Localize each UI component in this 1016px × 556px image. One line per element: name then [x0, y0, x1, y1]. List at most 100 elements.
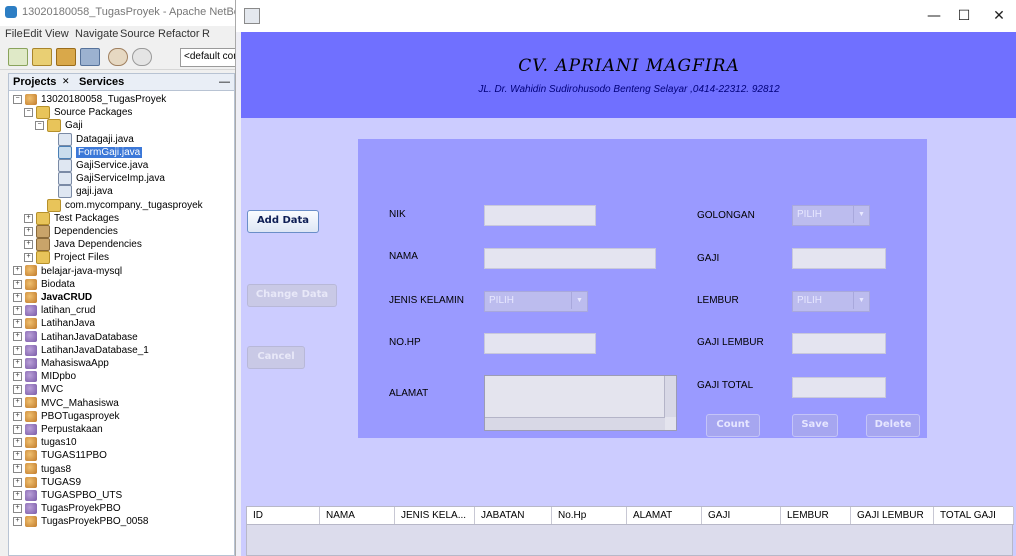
- menu-source[interactable]: Source: [120, 28, 155, 40]
- collapse-icon[interactable]: −: [35, 121, 44, 131]
- expand-icon[interactable]: +: [13, 451, 22, 461]
- maximize-button[interactable]: ☐: [949, 6, 979, 26]
- add-data-button[interactable]: Add Data: [247, 210, 319, 233]
- menu-refactor[interactable]: Refactor: [158, 28, 200, 40]
- table-header-cell[interactable]: LEMBUR: [781, 507, 851, 524]
- tree-item[interactable]: Datagaji.java: [46, 132, 134, 146]
- tree-item[interactable]: + TUGAS9: [13, 476, 81, 489]
- new-file-icon[interactable]: [8, 48, 28, 66]
- tree-item[interactable]: + TugasProyekPBO: [13, 502, 121, 515]
- tree-item[interactable]: com.mycompany._tugasproyek: [35, 198, 203, 212]
- expand-icon[interactable]: +: [13, 319, 22, 329]
- expand-icon[interactable]: +: [24, 213, 33, 223]
- expand-icon[interactable]: +: [13, 504, 22, 514]
- minimize-button[interactable]: —: [919, 6, 949, 26]
- jenis-kelamin-combo[interactable]: PILIH ▼: [484, 291, 588, 312]
- golongan-combo[interactable]: PILIH ▼: [792, 205, 870, 226]
- tree-item[interactable]: + LatihanJavaDatabase: [13, 331, 138, 344]
- expand-icon[interactable]: +: [13, 266, 22, 276]
- menu-run[interactable]: R: [202, 28, 210, 40]
- collapse-icon[interactable]: −: [24, 108, 33, 118]
- tree-item[interactable]: + TUGASPBO_UTS: [13, 489, 122, 502]
- count-button[interactable]: Count: [706, 414, 760, 437]
- tree-item[interactable]: + Project Files: [24, 251, 109, 265]
- lembur-combo[interactable]: PILIH ▼: [792, 291, 870, 312]
- expand-icon[interactable]: +: [13, 398, 22, 408]
- expand-icon[interactable]: +: [13, 490, 22, 500]
- tree-item[interactable]: GajiServiceImp.java: [46, 172, 165, 186]
- menu-file[interactable]: File: [5, 28, 23, 40]
- nohp-field[interactable]: [484, 333, 596, 354]
- redo-icon[interactable]: [132, 48, 152, 66]
- nama-field[interactable]: [484, 248, 656, 269]
- table-header-cell[interactable]: ALAMAT: [627, 507, 702, 524]
- menu-edit[interactable]: Edit: [23, 28, 42, 40]
- table-header-cell[interactable]: JABATAN: [475, 507, 552, 524]
- gaji-total-field[interactable]: [792, 377, 886, 398]
- tree-item[interactable]: + latihan_crud: [13, 304, 95, 317]
- gaji-lembur-field[interactable]: [792, 333, 886, 354]
- open-project-icon[interactable]: [56, 48, 76, 66]
- tree-item[interactable]: + TugasProyekPBO_0058: [13, 515, 148, 528]
- gaji-field[interactable]: [792, 248, 886, 269]
- tree-item[interactable]: + MahasiswaApp: [13, 357, 109, 370]
- expand-icon[interactable]: +: [13, 464, 22, 474]
- expand-icon[interactable]: +: [13, 345, 22, 355]
- close-icon[interactable]: ✕: [62, 76, 70, 87]
- tree-item[interactable]: + Java Dependencies: [24, 238, 142, 252]
- tab-services[interactable]: Services: [79, 76, 124, 88]
- table-header-cell[interactable]: ID: [247, 507, 320, 524]
- expand-icon[interactable]: +: [24, 227, 33, 236]
- tree-item[interactable]: + MVC_Mahasiswa: [13, 397, 119, 410]
- tree-item[interactable]: − Gaji: [35, 119, 83, 133]
- alamat-textarea[interactable]: [484, 375, 677, 431]
- new-project-icon[interactable]: [32, 48, 52, 66]
- minimize-icon[interactable]: —: [219, 76, 230, 88]
- expand-icon[interactable]: +: [13, 292, 22, 302]
- tree-item[interactable]: + LatihanJavaDatabase_1: [13, 344, 149, 357]
- expand-icon[interactable]: +: [13, 279, 22, 289]
- tree-item[interactable]: + tugas10: [13, 436, 77, 449]
- expand-icon[interactable]: +: [24, 240, 33, 250]
- tree-item[interactable]: + tugas8: [13, 463, 71, 476]
- table-header-cell[interactable]: No.Hp: [552, 507, 627, 524]
- tree-item[interactable]: + Dependencies: [24, 225, 118, 238]
- tree-item[interactable]: + belajar-java-mysql: [13, 265, 122, 278]
- nik-field[interactable]: [484, 205, 596, 226]
- undo-icon[interactable]: [108, 48, 128, 66]
- expand-icon[interactable]: +: [24, 253, 33, 263]
- horizontal-scrollbar[interactable]: [485, 417, 665, 430]
- table-header-cell[interactable]: GAJI LEMBUR: [851, 507, 934, 524]
- expand-icon[interactable]: +: [13, 517, 22, 527]
- expand-icon[interactable]: +: [13, 477, 22, 487]
- tree-item[interactable]: − 13020180058_TugasProyek: [13, 93, 166, 106]
- table-header-cell[interactable]: TOTAL GAJI: [934, 507, 1014, 524]
- vertical-scrollbar[interactable]: [664, 376, 676, 417]
- expand-icon[interactable]: +: [13, 424, 22, 434]
- tree-item[interactable]: GajiService.java: [46, 159, 148, 172]
- data-table[interactable]: ID NAMA JENIS KELA... JABATAN No.Hp ALAMAT GAJ…: [246, 506, 1014, 556]
- tree-item[interactable]: + Perpustakaan: [13, 423, 103, 436]
- configuration-select[interactable]: <default conf: [180, 48, 235, 67]
- tree-item[interactable]: gaji.java: [46, 185, 113, 199]
- expand-icon[interactable]: +: [13, 306, 22, 316]
- save-all-icon[interactable]: [80, 48, 100, 66]
- tab-projects[interactable]: Projects: [13, 76, 56, 88]
- expand-icon[interactable]: +: [13, 411, 22, 421]
- tree-item[interactable]: + LatihanJava: [13, 317, 95, 330]
- tree-item[interactable]: + Biodata: [13, 278, 75, 291]
- expand-icon[interactable]: +: [13, 385, 22, 395]
- collapse-icon[interactable]: −: [13, 94, 22, 104]
- table-header-cell[interactable]: NAMA: [320, 507, 395, 524]
- expand-icon[interactable]: +: [13, 438, 22, 448]
- tree-item[interactable]: + Test Packages: [24, 211, 119, 225]
- tree-item[interactable]: + JavaCRUD: [13, 291, 92, 304]
- tree-item[interactable]: + MVC: [13, 383, 63, 396]
- change-data-button[interactable]: Change Data: [247, 284, 337, 307]
- expand-icon[interactable]: +: [13, 358, 22, 368]
- delete-button[interactable]: Delete: [866, 414, 920, 437]
- tree-item[interactable]: − Source Packages: [24, 106, 132, 120]
- table-header-cell[interactable]: GAJI: [702, 507, 781, 524]
- close-button[interactable]: ✕: [984, 6, 1014, 26]
- tree-item[interactable]: FormGaji.java: [46, 145, 143, 159]
